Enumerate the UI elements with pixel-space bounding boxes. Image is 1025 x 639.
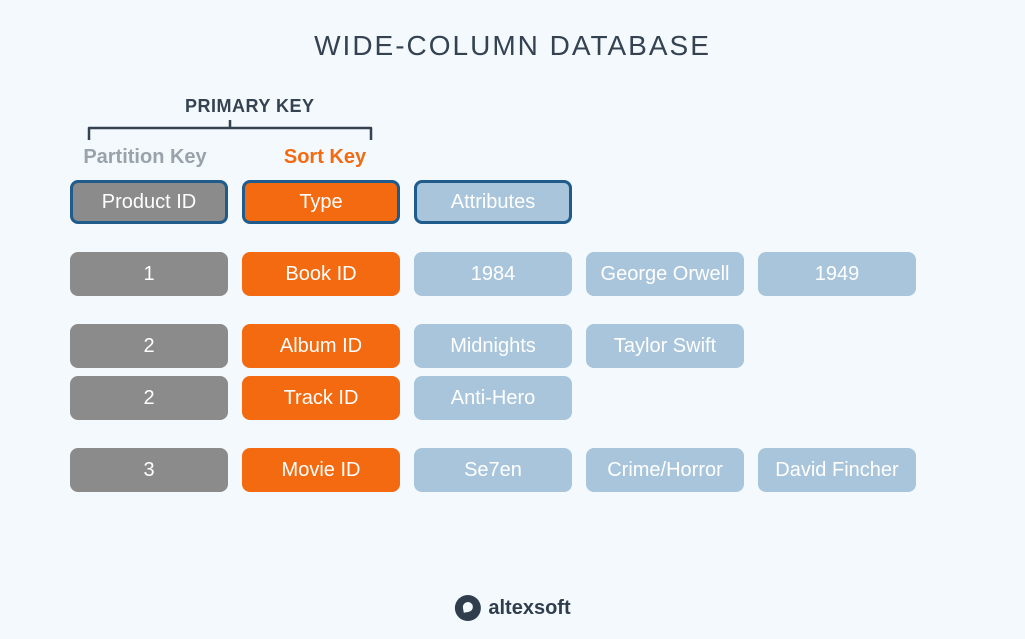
logo-icon (454, 595, 480, 621)
attr-cell: Crime/Horror (586, 448, 744, 492)
logo: altexsoft (454, 595, 570, 621)
header-attributes: Attributes (414, 180, 572, 224)
primary-key-label: PRIMARY KEY (185, 96, 315, 117)
table-grid: Product ID Type Attributes 1 Book ID 198… (70, 180, 916, 506)
sort-cell: Album ID (242, 324, 400, 368)
key-labels-row: Partition Key Sort Key (70, 146, 400, 169)
header-row: Product ID Type Attributes (70, 180, 916, 224)
sort-key-label: Sort Key (250, 146, 400, 169)
table-row: 3 Movie ID Se7en Crime/Horror David Finc… (70, 448, 916, 492)
sort-cell: Track ID (242, 376, 400, 420)
partition-cell: 2 (70, 376, 228, 420)
partition-cell: 3 (70, 448, 228, 492)
attr-cell: David Fincher (758, 448, 916, 492)
attr-cell: Se7en (414, 448, 572, 492)
partition-cell: 1 (70, 252, 228, 296)
attr-cell: Anti-Hero (414, 376, 572, 420)
header-sort: Type (242, 180, 400, 224)
attr-cell: George Orwell (586, 252, 744, 296)
table-row: 1 Book ID 1984 George Orwell 1949 (70, 252, 916, 296)
primary-key-bracket (85, 120, 375, 140)
diagram-title: WIDE-COLUMN DATABASE (0, 0, 1025, 62)
table-row: 2 Track ID Anti-Hero (70, 376, 916, 420)
sort-cell: Book ID (242, 252, 400, 296)
partition-key-label: Partition Key (70, 146, 220, 169)
table-row: 2 Album ID Midnights Taylor Swift (70, 324, 916, 368)
attr-cell: Midnights (414, 324, 572, 368)
sort-cell: Movie ID (242, 448, 400, 492)
logo-text: altexsoft (488, 597, 570, 620)
attr-cell: 1949 (758, 252, 916, 296)
partition-cell: 2 (70, 324, 228, 368)
attr-cell: 1984 (414, 252, 572, 296)
attr-cell: Taylor Swift (586, 324, 744, 368)
header-partition: Product ID (70, 180, 228, 224)
